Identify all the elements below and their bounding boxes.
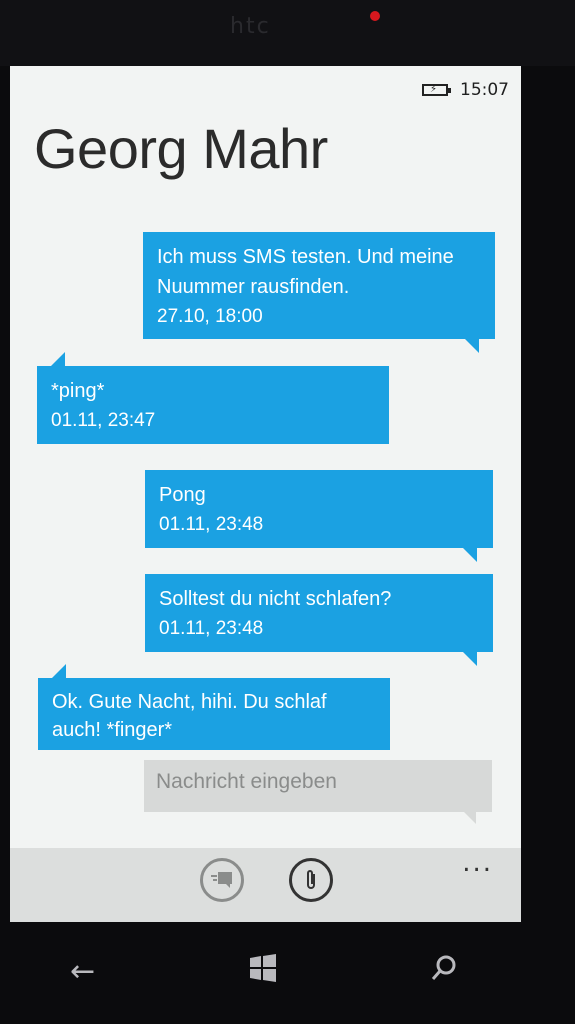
search-glyph bbox=[431, 955, 456, 980]
phone-screen: ⚡ 15:07 Georg Mahr Ich muss SMS testen. … bbox=[10, 66, 521, 922]
search-icon[interactable] bbox=[430, 954, 458, 990]
status-time: 15:07 bbox=[460, 80, 509, 100]
status-bar: ⚡ 15:07 bbox=[422, 78, 509, 102]
attach-icon[interactable] bbox=[289, 858, 333, 902]
message-text: Solltest du nicht schlafen? bbox=[159, 588, 392, 610]
message-input[interactable]: Nachricht eingeben bbox=[144, 760, 492, 824]
device-brand: htc bbox=[230, 14, 271, 39]
more-options-button[interactable]: ... bbox=[462, 848, 493, 878]
phone-top-bezel: htc bbox=[0, 0, 575, 66]
send-glyph bbox=[211, 872, 232, 888]
indicator-light bbox=[370, 11, 380, 21]
message-time: 01.11, 23:48 bbox=[159, 618, 264, 639]
message-bubble-outgoing[interactable]: Ich muss SMS testen. Und meine Nuummer r… bbox=[143, 232, 495, 353]
message-text: Ich muss SMS testen. Und meine Nuummer r… bbox=[157, 246, 454, 298]
message-bubble-incoming[interactable]: *ping* 01.11, 23:47 bbox=[37, 352, 389, 444]
windows-logo-glyph bbox=[250, 954, 276, 982]
message-time: 01.11, 23:48 bbox=[159, 514, 264, 535]
paperclip-glyph bbox=[307, 870, 315, 889]
app-bar: ... bbox=[10, 848, 521, 922]
message-time: 01.11, 23:47 bbox=[51, 410, 156, 431]
conversation-title: Georg Mahr bbox=[34, 117, 328, 180]
message-text: Pong bbox=[159, 484, 206, 506]
message-time: 27.10, 18:00 bbox=[157, 306, 263, 327]
battery-charging-icon: ⚡ bbox=[422, 84, 451, 96]
message-bubble-outgoing[interactable]: Solltest du nicht schlafen? 01.11, 23:48 bbox=[145, 574, 493, 666]
message-text: Ok. Gute Nacht, hihi. Du schlaf auch! *f… bbox=[52, 691, 327, 741]
message-bubble-incoming[interactable]: Ok. Gute Nacht, hihi. Du schlaf auch! *f… bbox=[38, 664, 390, 750]
hardware-nav-bar: ← bbox=[0, 922, 575, 1024]
windows-start-icon[interactable] bbox=[248, 954, 278, 990]
message-text: *ping* bbox=[51, 380, 105, 402]
message-bubble-outgoing[interactable]: Pong 01.11, 23:48 bbox=[145, 470, 493, 562]
back-arrow-icon[interactable]: ← bbox=[70, 954, 95, 989]
send-icon[interactable] bbox=[200, 858, 244, 902]
